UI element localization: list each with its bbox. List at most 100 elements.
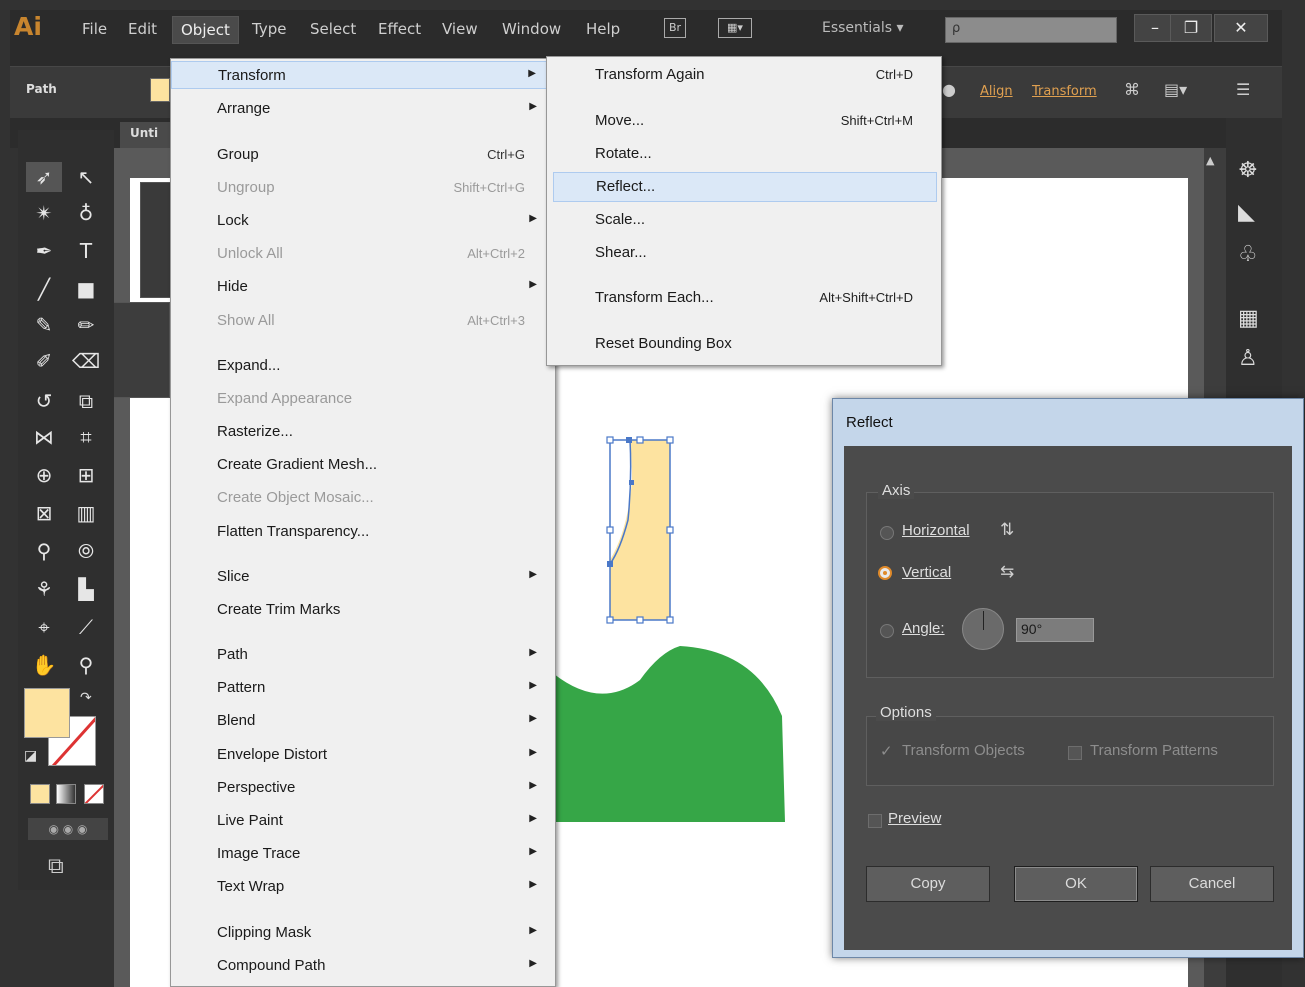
isolate-icon[interactable]: ⌘: [1124, 80, 1140, 99]
menu-help[interactable]: Help: [586, 20, 620, 38]
blend-tool-icon[interactable]: ⦾: [68, 536, 104, 566]
submenu-item-reflect[interactable]: Reflect...: [553, 172, 937, 202]
mesh-tool-icon[interactable]: ⊠: [26, 498, 62, 528]
lasso-tool-icon[interactable]: ♁: [68, 198, 104, 228]
type-tool-icon[interactable]: T: [68, 236, 104, 266]
angle-radio[interactable]: [880, 624, 894, 638]
menu-item-envelope-distort[interactable]: Envelope Distort ▶: [171, 741, 555, 769]
artwork-svg[interactable]: [540, 420, 800, 830]
zoom-tool-icon[interactable]: ⚲: [68, 650, 104, 680]
angle-dial[interactable]: [962, 608, 1004, 650]
horizontal-label[interactable]: Horizontal: [902, 522, 970, 539]
submenu-item-move[interactable]: Move... Shift+Ctrl+M: [547, 107, 941, 135]
transform-link[interactable]: Transform: [1032, 84, 1097, 99]
align-link[interactable]: Align: [980, 84, 1013, 99]
workspace-switcher[interactable]: Essentials ▾: [822, 20, 904, 36]
pencil-tool-icon[interactable]: ✏: [68, 310, 104, 340]
submenu-item-shear[interactable]: Shear...: [547, 239, 941, 267]
artboard-tool-icon[interactable]: ⌖: [26, 612, 62, 642]
selection-tool-icon[interactable]: ➶: [26, 162, 62, 192]
menu-file[interactable]: File: [82, 20, 107, 38]
panel-menu-icon[interactable]: ☰: [1236, 80, 1250, 99]
search-input[interactable]: ρ: [945, 17, 1117, 43]
paintbrush-tool-icon[interactable]: ✎: [26, 310, 62, 340]
submenu-item-reset-bounding-box[interactable]: Reset Bounding Box: [547, 330, 941, 358]
menu-item-group[interactable]: Group Ctrl+G: [171, 141, 555, 169]
submenu-item-rotate[interactable]: Rotate...: [547, 140, 941, 168]
symbols-icon[interactable]: ♧: [1238, 242, 1258, 267]
perspective-grid-tool-icon[interactable]: ⊞: [68, 460, 104, 490]
eyedropper-tool-icon[interactable]: ⚲: [26, 536, 62, 566]
menu-select[interactable]: Select: [310, 20, 356, 38]
pen-tool-icon[interactable]: ✒: [26, 236, 62, 266]
menu-item-clipping-mask[interactable]: Clipping Mask ▶: [171, 919, 555, 947]
preview-label[interactable]: Preview: [888, 810, 941, 827]
color-mode-icon[interactable]: [30, 784, 50, 804]
brushes-icon[interactable]: ◣: [1238, 200, 1255, 225]
menu-item-create-gradient-mesh[interactable]: Create Gradient Mesh...: [171, 451, 555, 479]
scale-tool-icon[interactable]: ⧉: [68, 386, 104, 416]
copy-button[interactable]: Copy: [866, 866, 990, 902]
bridge-icon[interactable]: Br: [664, 18, 686, 38]
screen-mode-icon[interactable]: ⧉: [48, 854, 64, 879]
default-fill-stroke-icon[interactable]: ◪: [24, 748, 37, 764]
recolor-icon[interactable]: ●: [942, 80, 956, 99]
angle-label[interactable]: Angle:: [902, 620, 945, 637]
width-tool-icon[interactable]: ⋈: [26, 422, 62, 452]
gradient-tool-icon[interactable]: ▥: [68, 498, 104, 528]
color-guide-icon[interactable]: ☸: [1238, 158, 1258, 183]
vertical-label[interactable]: Vertical: [902, 564, 951, 581]
menu-item-slice[interactable]: Slice ▶: [171, 563, 555, 591]
menu-type[interactable]: Type: [252, 20, 286, 38]
menu-object[interactable]: Object: [172, 16, 239, 44]
column-graph-tool-icon[interactable]: ▙: [68, 574, 104, 604]
menu-window[interactable]: Window: [502, 20, 561, 38]
vertical-radio[interactable]: [878, 566, 892, 580]
menu-item-path[interactable]: Path ▶: [171, 641, 555, 669]
menu-item-create-trim-marks[interactable]: Create Trim Marks: [171, 596, 555, 624]
direct-selection-tool-icon[interactable]: ↖: [68, 162, 104, 192]
menu-effect[interactable]: Effect: [378, 20, 421, 38]
arrange-documents-icon[interactable]: ▦▾: [718, 18, 752, 38]
drawing-modes-icon[interactable]: ◉ ◉ ◉: [28, 818, 108, 840]
fill-swatch[interactable]: [150, 78, 170, 102]
menu-item-expand[interactable]: Expand...: [171, 352, 555, 380]
menu-edit[interactable]: Edit: [128, 20, 157, 38]
preview-checkbox[interactable]: [868, 814, 882, 828]
eraser-tool-icon[interactable]: ⌫: [68, 346, 104, 376]
maximize-button[interactable]: ❐: [1170, 14, 1212, 42]
slice-tool-icon[interactable]: ⟋: [68, 612, 104, 642]
none-mode-icon[interactable]: [84, 784, 104, 804]
fill-color-box[interactable]: [24, 688, 70, 738]
line-tool-icon[interactable]: ╱: [26, 274, 62, 304]
gradient-mode-icon[interactable]: [56, 784, 76, 804]
shape-builder-tool-icon[interactable]: ⊕: [26, 460, 62, 490]
menu-item-compound-path[interactable]: Compound Path ▶: [171, 952, 555, 980]
menu-item-blend[interactable]: Blend ▶: [171, 707, 555, 735]
submenu-item-transform-again[interactable]: Transform Again Ctrl+D: [547, 61, 941, 89]
menu-view[interactable]: View: [442, 20, 478, 38]
cancel-button[interactable]: Cancel: [1150, 866, 1274, 902]
free-transform-tool-icon[interactable]: ⌗: [68, 422, 104, 452]
arrange-icon[interactable]: ▤▾: [1164, 80, 1187, 99]
blob-brush-tool-icon[interactable]: ✐: [26, 346, 62, 376]
swap-fill-stroke-icon[interactable]: ↷: [80, 690, 92, 706]
appearance-icon[interactable]: ♙: [1238, 346, 1258, 371]
symbol-sprayer-tool-icon[interactable]: ⚘: [26, 574, 62, 604]
menu-item-live-paint[interactable]: Live Paint ▶: [171, 807, 555, 835]
rectangle-tool-icon[interactable]: ■: [68, 274, 104, 304]
menu-item-transform[interactable]: Transform ▶: [171, 61, 555, 89]
menu-item-image-trace[interactable]: Image Trace ▶: [171, 840, 555, 868]
hand-tool-icon[interactable]: ✋: [26, 650, 62, 680]
scroll-up-arrow-icon[interactable]: ▲: [1206, 154, 1214, 167]
submenu-item-scale[interactable]: Scale...: [547, 206, 941, 234]
horizontal-radio[interactable]: [880, 526, 894, 540]
menu-item-perspective[interactable]: Perspective ▶: [171, 774, 555, 802]
menu-item-flatten-transparency[interactable]: Flatten Transparency...: [171, 518, 555, 546]
ok-button[interactable]: OK: [1014, 866, 1138, 902]
angle-input[interactable]: 90°: [1016, 618, 1094, 642]
close-button[interactable]: ✕: [1214, 14, 1268, 42]
menu-item-text-wrap[interactable]: Text Wrap ▶: [171, 873, 555, 901]
rotate-tool-icon[interactable]: ↺: [26, 386, 62, 416]
menu-item-arrange[interactable]: Arrange ▶: [171, 95, 555, 123]
